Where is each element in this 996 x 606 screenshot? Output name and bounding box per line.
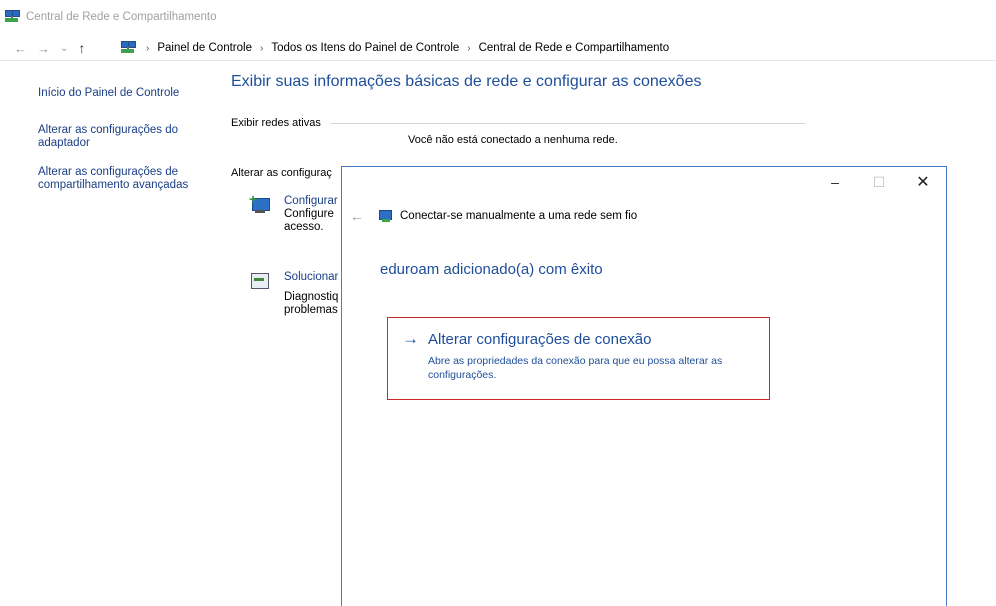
window-title-bar: Central de Rede e Compartilhamento (4, 6, 217, 28)
network-center-icon[interactable] (120, 40, 136, 56)
dialog-title: Conectar-se manualmente a uma rede sem f… (400, 210, 638, 222)
page-title: Exibir suas informações básicas de rede … (231, 73, 702, 90)
close-icon[interactable]: ✕ (908, 171, 938, 193)
back-icon[interactable]: ← (14, 41, 27, 56)
success-message: eduroam adicionado(a) com êxito (380, 261, 603, 278)
troubleshoot-link[interactable]: Solucionar (284, 271, 338, 283)
nav-buttons: ← → ⌄ ↑ (14, 38, 85, 58)
troubleshoot-desc: Diagnostiq problemas (284, 291, 339, 316)
breadcrumb-item[interactable]: Painel de Controle (157, 42, 252, 54)
active-networks-label: Exibir redes ativas (231, 117, 321, 129)
troubleshoot-icon[interactable] (249, 270, 271, 292)
minimize-icon[interactable]: – (820, 171, 850, 193)
setup-connection-desc: Configure acesso. (284, 208, 334, 233)
breadcrumb-separator-icon[interactable]: › (146, 43, 149, 54)
address-bar-divider (0, 60, 996, 61)
section-divider (330, 123, 806, 124)
network-center-icon (4, 9, 20, 25)
back-icon[interactable]: ← (350, 208, 364, 224)
window-title: Central de Rede e Compartilhamento (26, 11, 217, 23)
breadcrumb-item[interactable]: Todos os Itens do Painel de Controle (271, 42, 459, 54)
change-settings-label: Alterar as configuraç (231, 167, 332, 179)
breadcrumb-separator-icon[interactable]: › (260, 43, 263, 54)
maximize-icon: ☐ (872, 173, 886, 190)
breadcrumb-item[interactable]: Central de Rede e Compartilhamento (479, 42, 670, 54)
up-icon[interactable]: ↑ (78, 40, 85, 56)
sidebar-item-control-panel-home[interactable]: Início do Painel de Controle (38, 87, 208, 100)
breadcrumb: › Painel de Controle › Todos os Itens do… (120, 38, 669, 58)
setup-connection-icon[interactable]: + (249, 192, 271, 215)
connect-manually-dialog: – ☐ ✕ ← Conectar-se manualmente a uma re… (341, 166, 947, 606)
change-connection-settings-desc[interactable]: Abre as propriedades da conexão para que… (428, 354, 758, 382)
chevron-down-icon[interactable]: ⌄ (60, 43, 68, 54)
arrow-right-icon[interactable]: → (402, 329, 419, 349)
breadcrumb-separator-icon[interactable]: › (467, 43, 470, 54)
change-connection-settings-title[interactable]: Alterar configurações de conexão (428, 331, 651, 348)
sidebar-item-adapter-settings[interactable]: Alterar as configurações do adaptador (38, 124, 208, 150)
forward-icon[interactable]: → (37, 41, 50, 56)
sidebar-item-advanced-sharing[interactable]: Alterar as configurações de compartilham… (38, 166, 208, 192)
no-network-text: Você não está conectado a nenhuma rede. (408, 134, 618, 146)
setup-connection-link[interactable]: Configurar (284, 195, 338, 207)
wireless-network-icon (378, 209, 394, 223)
